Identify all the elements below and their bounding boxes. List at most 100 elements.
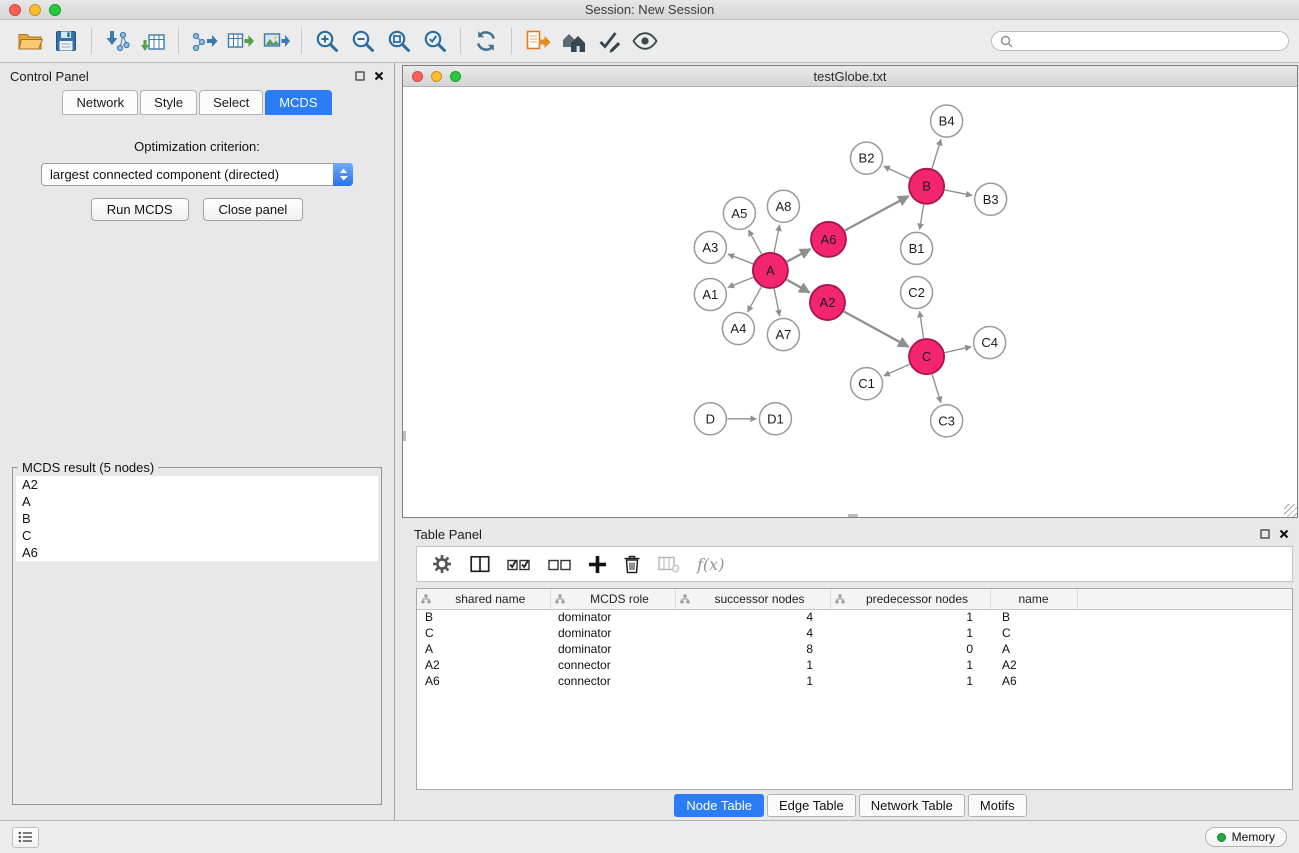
- column-header-name[interactable]: name: [990, 589, 1077, 609]
- vertical-scrollbar-nub[interactable]: [403, 431, 406, 441]
- result-item[interactable]: B: [16, 510, 378, 527]
- graph-edge-B-B3[interactable]: [945, 190, 972, 196]
- graph-node-C1[interactable]: C1: [851, 368, 883, 400]
- graph-node-A[interactable]: A: [753, 253, 788, 288]
- refresh-button[interactable]: [468, 23, 504, 59]
- graph-node-B[interactable]: B: [909, 169, 944, 204]
- horizontal-scrollbar-nub[interactable]: [848, 514, 858, 517]
- graph-edge-A2-C[interactable]: [844, 311, 909, 346]
- graph-node-C2[interactable]: C2: [901, 276, 933, 308]
- graph-edge-A6-B[interactable]: [845, 196, 909, 230]
- float-panel-button[interactable]: [355, 71, 365, 81]
- welcome-home-button[interactable]: [555, 23, 591, 59]
- column-header-successor-nodes[interactable]: successor nodes: [675, 589, 830, 609]
- graph-node-A4[interactable]: A4: [722, 313, 754, 345]
- zoom-selected-button[interactable]: [417, 23, 453, 59]
- close-panel-button[interactable]: [374, 71, 384, 81]
- tab-select[interactable]: Select: [199, 90, 263, 115]
- graph-edge-A-A7[interactable]: [774, 289, 780, 316]
- export-image-button[interactable]: [258, 23, 294, 59]
- tab-node-table[interactable]: Node Table: [674, 794, 764, 817]
- resize-grip-icon[interactable]: [1284, 504, 1297, 517]
- network-window-titlebar[interactable]: testGlobe.txt: [403, 66, 1297, 87]
- graph-edge-C-C2[interactable]: [919, 311, 923, 338]
- run-mcds-button[interactable]: Run MCDS: [91, 198, 189, 221]
- tab-motifs[interactable]: Motifs: [968, 794, 1027, 817]
- zoom-view-icon[interactable]: [450, 71, 461, 82]
- graph-node-D1[interactable]: D1: [759, 403, 791, 435]
- export-table-button[interactable]: [222, 23, 258, 59]
- graph-edge-A-A1[interactable]: [728, 277, 753, 287]
- graph-node-D[interactable]: D: [694, 403, 726, 435]
- graph-node-C[interactable]: C: [909, 339, 944, 374]
- graph-edge-A-A3[interactable]: [728, 254, 753, 264]
- graph-edge-C-C1[interactable]: [884, 364, 910, 376]
- pen-check-button[interactable]: [591, 23, 627, 59]
- show-panels-button[interactable]: [12, 827, 39, 848]
- graph-node-B4[interactable]: B4: [931, 105, 963, 137]
- graph-node-A8[interactable]: A8: [767, 190, 799, 222]
- close-window-icon[interactable]: [9, 4, 21, 16]
- close-panel-action-button[interactable]: Close panel: [203, 198, 304, 221]
- delete-column-button[interactable]: [623, 554, 641, 574]
- graph-edge-B-B4[interactable]: [932, 139, 941, 168]
- graph-edge-C-C3[interactable]: [932, 374, 941, 402]
- graph-edge-A-A4[interactable]: [748, 287, 762, 312]
- tab-style[interactable]: Style: [140, 90, 197, 115]
- graph-edge-C-C4[interactable]: [945, 347, 971, 353]
- graph-node-C3[interactable]: C3: [931, 405, 963, 437]
- table-row[interactable]: Bdominator41B: [417, 609, 1292, 625]
- table-settings-button[interactable]: [431, 553, 453, 575]
- minimize-window-icon[interactable]: [29, 4, 41, 16]
- search-input[interactable]: [1018, 34, 1280, 48]
- result-item[interactable]: A6: [16, 544, 378, 561]
- export-document-button[interactable]: [519, 23, 555, 59]
- function-builder-button[interactable]: f(x): [697, 555, 724, 574]
- result-item[interactable]: A: [16, 493, 378, 510]
- optimization-criterion-select[interactable]: largest connected component (directed): [41, 163, 353, 186]
- close-view-icon[interactable]: [412, 71, 423, 82]
- graph-node-A2[interactable]: A2: [810, 285, 845, 320]
- graph-node-A7[interactable]: A7: [767, 319, 799, 351]
- show-details-button[interactable]: [627, 23, 663, 59]
- close-table-panel-button[interactable]: [1279, 529, 1289, 539]
- tab-network-table[interactable]: Network Table: [859, 794, 965, 817]
- zoom-in-button[interactable]: [309, 23, 345, 59]
- open-session-button[interactable]: [12, 23, 48, 59]
- graph-node-B3[interactable]: B3: [975, 183, 1007, 215]
- import-network-button[interactable]: [99, 23, 135, 59]
- graph-node-A5[interactable]: A5: [723, 197, 755, 229]
- graph-edge-A-A8[interactable]: [774, 225, 780, 252]
- graph-node-A3[interactable]: A3: [694, 231, 726, 263]
- graph-edge-A-A5[interactable]: [748, 230, 761, 254]
- network-canvas[interactable]: AA1A2A3A4A5A6A7A8BB1B2B3B4CC1C2C3C4DD1: [403, 87, 1297, 517]
- tab-mcds[interactable]: MCDS: [265, 90, 331, 115]
- select-all-button[interactable]: [507, 556, 531, 572]
- show-columns-button[interactable]: [470, 555, 490, 573]
- tab-edge-table[interactable]: Edge Table: [767, 794, 856, 817]
- import-table-button[interactable]: [135, 23, 171, 59]
- table-row[interactable]: Cdominator41C: [417, 625, 1292, 641]
- deselect-all-button[interactable]: [548, 556, 572, 572]
- minimize-view-icon[interactable]: [431, 71, 442, 82]
- graph-node-A1[interactable]: A1: [694, 278, 726, 310]
- add-column-button[interactable]: [589, 556, 606, 573]
- column-header-predecessor-nodes[interactable]: predecessor nodes: [830, 589, 990, 609]
- graph-edge-A-A2[interactable]: [787, 280, 810, 293]
- graph-edge-B-B2[interactable]: [884, 166, 910, 178]
- graph-edge-B-B1[interactable]: [920, 205, 924, 230]
- graph-node-A6[interactable]: A6: [811, 222, 846, 257]
- export-network-button[interactable]: [186, 23, 222, 59]
- graph-node-C4[interactable]: C4: [974, 327, 1006, 359]
- table-row[interactable]: Adominator80A: [417, 641, 1292, 657]
- zoom-out-button[interactable]: [345, 23, 381, 59]
- float-table-panel-button[interactable]: [1260, 529, 1270, 539]
- memory-button[interactable]: Memory: [1205, 827, 1287, 847]
- save-session-button[interactable]: [48, 23, 84, 59]
- zoom-fit-button[interactable]: [381, 23, 417, 59]
- graph-edge-A-A6[interactable]: [787, 249, 811, 262]
- delete-table-button[interactable]: [658, 555, 680, 573]
- result-item[interactable]: A2: [16, 476, 378, 493]
- graph-node-B2[interactable]: B2: [851, 142, 883, 174]
- result-item[interactable]: C: [16, 527, 378, 544]
